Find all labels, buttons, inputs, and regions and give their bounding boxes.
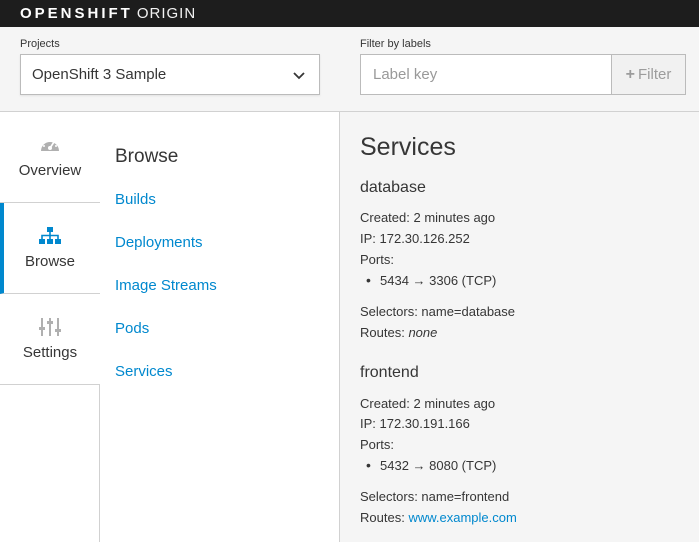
brand-name: OPENSHIFT: [20, 5, 133, 22]
subnav-link-image-streams[interactable]: Image Streams: [115, 277, 217, 294]
sliders-icon: [39, 318, 61, 336]
nav-overview[interactable]: Overview: [0, 112, 100, 203]
service-name: frontend: [360, 364, 419, 381]
nav-settings[interactable]: Settings: [0, 294, 100, 385]
brand-logo[interactable]: OPENSHIFT ORIGIN: [20, 5, 196, 22]
service-selectors: Selectors: name=database: [360, 304, 516, 319]
service-selectors: Selectors: name=frontend: [360, 489, 510, 504]
routes-label: Routes:: [360, 325, 405, 340]
subnav-link-services[interactable]: Services: [115, 363, 173, 380]
primary-nav: Overview Browse Settings: [0, 112, 100, 542]
service-created: Created: 2 minutes ago: [360, 210, 496, 225]
service-port: 5434 → 3306 (TCP): [366, 272, 496, 288]
subnav-link-builds[interactable]: Builds: [115, 191, 156, 208]
nav-browse[interactable]: Browse: [0, 203, 100, 294]
service-ip: IP: 172.30.191.166: [360, 416, 470, 431]
service-created: Created: 2 minutes ago: [360, 396, 496, 411]
services-content: Services database Created: 2 minutes ago…: [340, 112, 699, 542]
browse-subnav: Browse Builds Deployments Image Streams …: [100, 112, 340, 542]
nav-settings-label: Settings: [22, 344, 78, 361]
brand-bar: OPENSHIFT ORIGIN: [0, 0, 699, 27]
service-routes: Routes: www.example.com: [360, 510, 517, 525]
routes-label: Routes:: [360, 510, 405, 525]
label-key-input[interactable]: [361, 55, 611, 94]
filter-button[interactable]: + Filter: [611, 54, 686, 95]
subnav-link-deployments[interactable]: Deployments: [115, 234, 203, 251]
service-name: database: [360, 179, 426, 196]
sitemap-icon: [39, 227, 61, 244]
dashboard-icon: [41, 139, 59, 151]
service-ports-label: Ports:: [360, 252, 394, 267]
subnav-link-pods[interactable]: Pods: [115, 320, 149, 337]
projects-label: Projects: [20, 38, 60, 50]
nav-browse-label: Browse: [24, 253, 76, 270]
subnav-title: Browse: [115, 146, 179, 167]
service-routes: Routes: none: [360, 325, 437, 340]
filter-button-label: Filter: [638, 66, 672, 83]
nav-overview-label: Overview: [18, 162, 82, 179]
project-select-value: OpenShift 3 Sample: [32, 66, 167, 83]
project-toolbar: Projects OpenShift 3 Sample Filter by la…: [0, 27, 699, 112]
service-ip: IP: 172.30.126.252: [360, 231, 470, 246]
route-link[interactable]: www.example.com: [408, 510, 516, 525]
plus-icon: +: [625, 65, 635, 83]
service-port: 5432 → 8080 (TCP): [366, 457, 496, 473]
page-title: Services: [360, 133, 456, 161]
brand-edition: ORIGIN: [136, 5, 197, 22]
routes-value: none: [408, 325, 438, 340]
chevron-down-icon: [293, 72, 305, 80]
service-ports-label: Ports:: [360, 437, 394, 452]
label-key-input-wrapper: [360, 54, 612, 95]
filter-label: Filter by labels: [360, 38, 431, 50]
project-select[interactable]: OpenShift 3 Sample: [20, 54, 320, 95]
